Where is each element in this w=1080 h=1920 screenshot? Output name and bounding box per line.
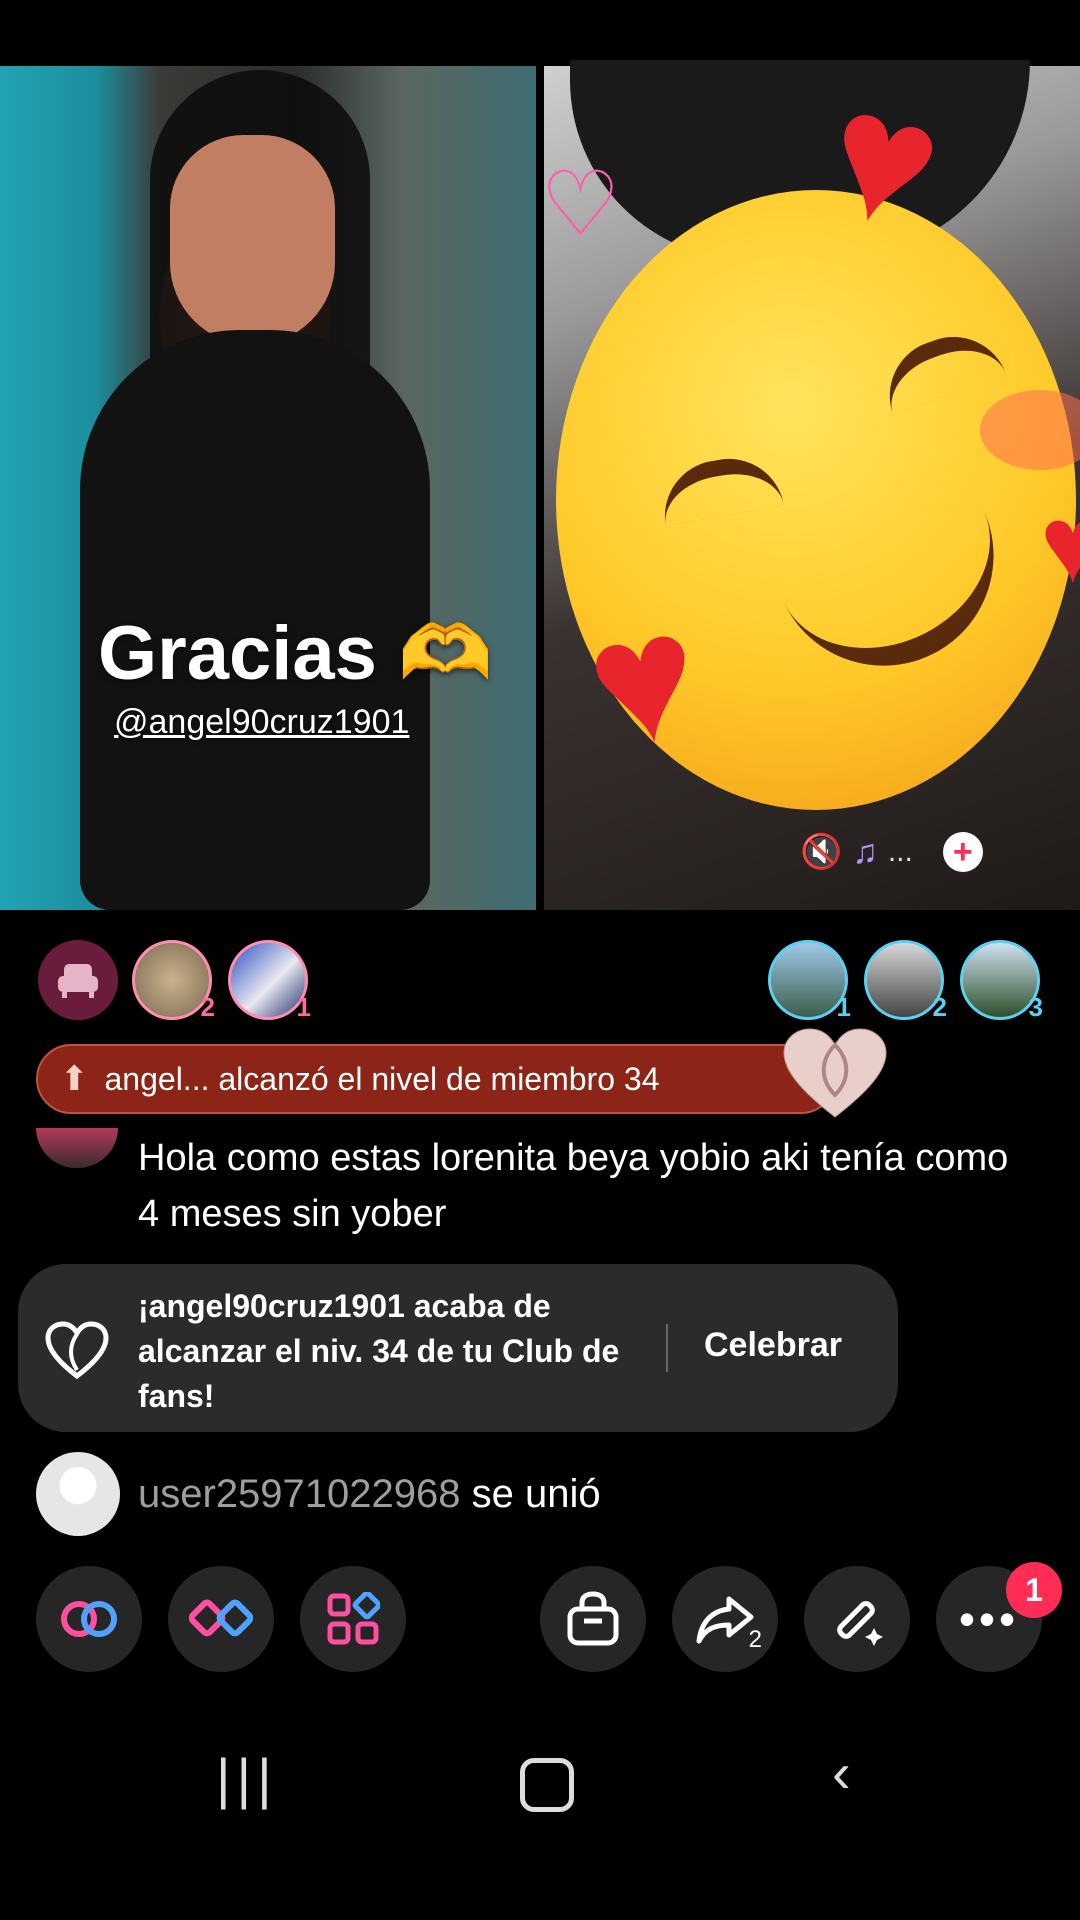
guest-viewer-avatar[interactable]: 3 — [960, 940, 1043, 1022]
battle-gloves-icon — [189, 1599, 253, 1637]
recent-apps-icon[interactable]: ||| — [216, 1746, 278, 1811]
shopping-bag-icon — [567, 1591, 619, 1646]
divider — [666, 1324, 668, 1372]
viewer-avatar[interactable]: 2 — [132, 940, 215, 1022]
pink-heart-icon: ♡ — [540, 155, 621, 255]
level-up-banner[interactable]: ⬆ angel... alcanzó el nivel de miembro 3… — [36, 1044, 836, 1114]
guest-more-button[interactable]: ... — [888, 835, 913, 869]
join-action: se unió — [471, 1472, 601, 1516]
apps-grid-icon — [327, 1592, 380, 1645]
viewer-avatar[interactable]: 1 — [228, 940, 311, 1022]
notification-badge: 1 — [1006, 1562, 1062, 1618]
music-notes-icon: ♫ — [852, 832, 878, 871]
user-avatar[interactable] — [36, 1452, 120, 1536]
overlay-title: Gracias 🫶 — [98, 611, 493, 696]
chat-avatar[interactable] — [36, 1128, 118, 1168]
speaker-mute-icon[interactable]: 🔇 — [800, 832, 842, 872]
viewer-rank: 1 — [296, 992, 311, 1022]
multi-guest-button[interactable] — [36, 1566, 142, 1672]
effects-button[interactable] — [804, 1566, 910, 1672]
sofa-seat-icon[interactable] — [38, 940, 118, 1020]
join-message: user25971022968 se unió — [138, 1472, 601, 1517]
heart-icon: ♥ — [1040, 483, 1080, 606]
share-arrow-icon — [696, 1596, 754, 1644]
celebrate-button[interactable]: Celebrar — [704, 1326, 842, 1365]
viewer-rank: 2 — [200, 992, 215, 1022]
host-video-detail — [170, 135, 335, 345]
fan-club-text: ¡angel90cruz1901 acaba de alcanzar el ni… — [138, 1288, 620, 1414]
heart-outline-icon — [45, 1321, 109, 1380]
fan-club-heart-icon — [783, 1028, 887, 1118]
chat-message: Hola como estas lorenita beya yobio aki … — [138, 1137, 1009, 1235]
join-username[interactable]: user25971022968 — [138, 1472, 461, 1516]
guest-viewer-avatar[interactable]: 2 — [864, 940, 947, 1022]
share-button[interactable]: 2 — [672, 1566, 778, 1672]
viewer-rank: 2 — [932, 992, 947, 1022]
magic-wand-icon — [837, 1601, 883, 1646]
add-guest-button[interactable]: + — [942, 832, 983, 872]
guest-controls: 🔇 ♫ ... + — [800, 832, 983, 872]
link-icon — [61, 1601, 117, 1637]
level-up-text: angel... alcanzó el nivel de miembro 34 — [104, 1060, 660, 1097]
overlay-mention[interactable]: @angel90cruz1901 — [114, 703, 409, 742]
video-divider — [536, 66, 544, 910]
shop-button[interactable] — [540, 1566, 646, 1672]
match-button[interactable] — [168, 1566, 274, 1672]
share-count: 2 — [748, 1626, 762, 1653]
apps-button[interactable] — [300, 1566, 406, 1672]
viewer-rank: 1 — [836, 992, 851, 1022]
home-icon[interactable] — [520, 1758, 574, 1812]
back-icon[interactable]: ‹ — [832, 1740, 851, 1805]
guest-viewer-avatar[interactable]: 1 — [768, 940, 851, 1022]
arrow-up-icon: ⬆ — [60, 1060, 89, 1098]
viewer-rank: 3 — [1028, 992, 1043, 1022]
